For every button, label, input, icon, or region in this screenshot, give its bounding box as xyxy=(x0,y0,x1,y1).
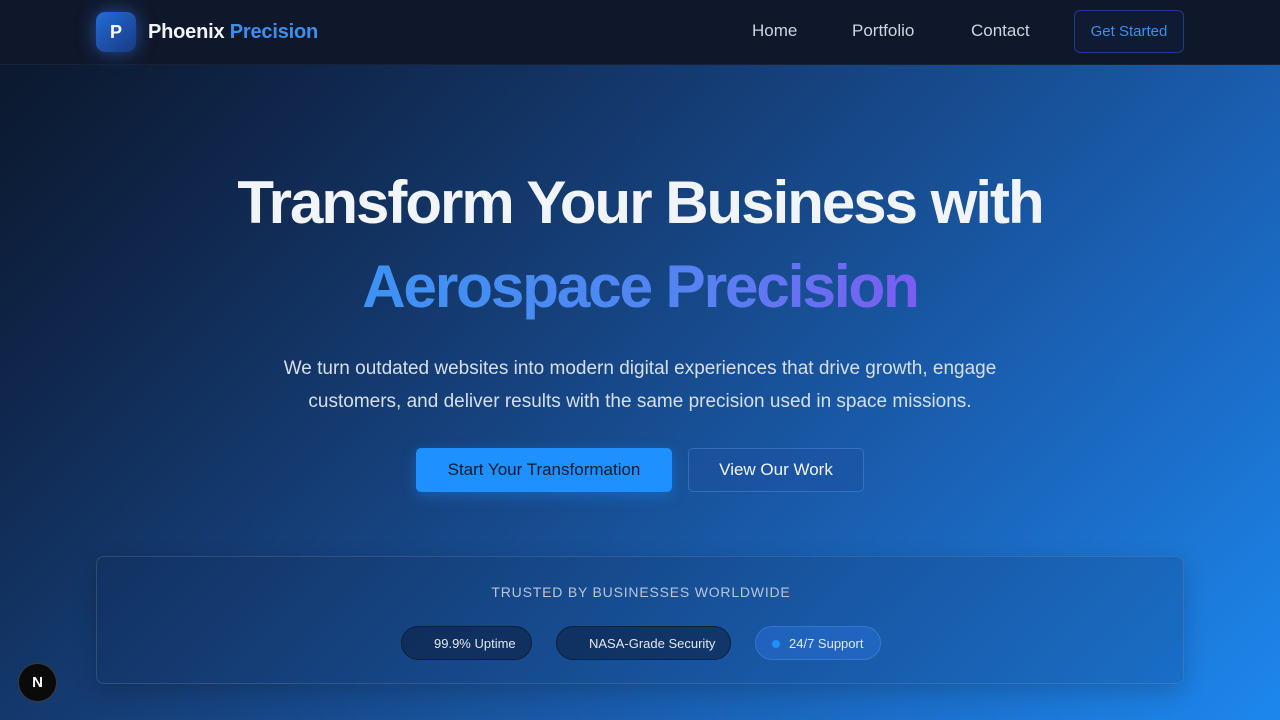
nav-item-contact[interactable]: Contact xyxy=(971,21,1030,41)
support-badge-label: 24/7 Support xyxy=(789,635,864,651)
get-started-button[interactable]: Get Started xyxy=(1074,10,1184,53)
support-badge: 24/7 Support xyxy=(755,626,881,660)
nav-item-portfolio[interactable]: Portfolio xyxy=(852,21,914,41)
hero-title-highlight: Aerospace Precision xyxy=(362,253,920,320)
hero-title-line1: Transform Your Business with xyxy=(237,169,1044,236)
framework-logo-icon[interactable]: N xyxy=(18,663,57,702)
top-navbar: P Phoenix Precision Home Portfolio Conta… xyxy=(0,0,1280,65)
trust-heading: TRUSTED BY BUSINESSES WORLDWIDE xyxy=(491,584,791,600)
status-dot-icon xyxy=(772,640,780,648)
uptime-badge-label: 99.9% Uptime xyxy=(434,635,516,651)
security-badge: NASA-Grade Security xyxy=(556,626,731,660)
trust-panel: TRUSTED BY BUSINESSES WORLDWIDE 99.9% Up… xyxy=(96,556,1184,684)
view-work-button[interactable]: View Our Work xyxy=(688,448,864,492)
security-badge-label: NASA-Grade Security xyxy=(589,635,716,651)
nav-item-home[interactable]: Home xyxy=(752,21,797,41)
hero-subtitle: We turn outdated websites into modern di… xyxy=(283,358,997,412)
start-transformation-button[interactable]: Start Your Transformation xyxy=(416,448,672,492)
hero-title-line2: Aerospace Precision xyxy=(0,252,1280,321)
uptime-badge: 99.9% Uptime xyxy=(401,626,532,660)
